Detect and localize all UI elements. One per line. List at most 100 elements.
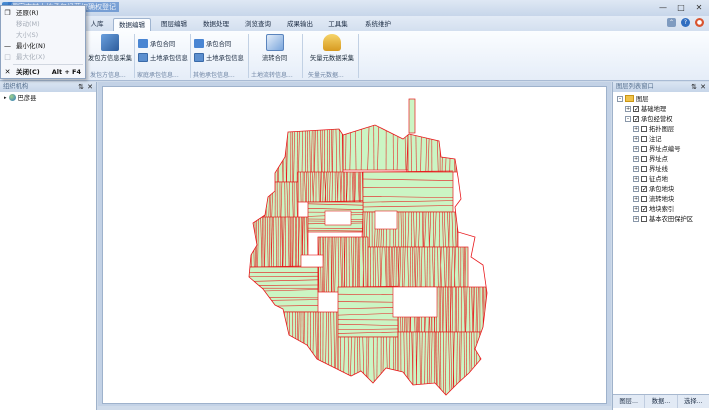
close-icon[interactable]: ✕ [700,82,706,92]
minimize-button[interactable]: — [655,1,671,13]
family-contract-button[interactable]: 承包合同 [138,39,175,48]
expand-icon[interactable]: + [633,135,639,142]
layer-item[interactable]: + 注记 [633,134,662,143]
parcel-strip [480,331,482,395]
layer-item[interactable]: + 界址点 [633,154,668,163]
tab-data[interactable]: 数据... [645,395,678,408]
parcel-strip[interactable] [408,98,416,134]
ribbon-collapse-icon[interactable]: ⌃ [667,18,676,27]
layer-item[interactable]: + 界址点编号 [633,144,680,153]
menu-item-maximize[interactable]: □ 最大化(X) [1,52,87,63]
menu-item-label: 关闭(C) [16,68,40,76]
parcel-strip [283,311,285,373]
tree-node-label: 基础地理 [641,106,667,113]
other-land-info-button[interactable]: 土地承包信息 [194,53,244,62]
tab-system[interactable]: 系统维护 [360,18,396,31]
layer-item[interactable]: + 拓扑图层 [633,124,674,133]
checkbox[interactable]: ✓ [641,205,647,212]
expand-icon[interactable]: + [633,145,639,152]
layer-item[interactable]: + 界址线 [633,164,668,173]
organization-panel-title: 组织机构 [3,83,29,90]
checkbox[interactable] [641,165,647,172]
settings-icon[interactable]: ● [695,18,704,27]
restore-icon: ❐ [4,9,11,17]
close-button[interactable]: ✕ [691,1,707,13]
map-svg[interactable] [103,87,607,404]
contractor-info-button[interactable]: 发包方信息采集 [88,34,132,62]
menu-item-close[interactable]: ✕ 关闭(C) Alt + F4 [1,67,87,78]
tab-output[interactable]: 成果输出 [282,18,318,31]
tree-node-county[interactable]: ▸ 巴彦县 [4,93,36,102]
tab-browse-query[interactable]: 浏览查询 [240,18,276,31]
pin-icon[interactable]: ⇅ [691,82,697,92]
checkbox[interactable] [641,145,647,152]
menu-item-move[interactable]: 移动(M) [1,19,87,30]
checkbox[interactable] [641,175,647,182]
tree-node-label: 巴彦县 [17,95,37,102]
family-land-info-button[interactable]: 土地承包信息 [138,53,188,62]
layer-item[interactable]: + ✓ 地块索引 [633,204,674,213]
menu-item-restore[interactable]: ❐ 还原(R) [1,8,87,19]
tab-layers[interactable]: 图层... [613,395,646,408]
tab-data-edit[interactable]: 数据编辑 [113,18,151,31]
parcel-block[interactable] [252,181,299,223]
expand-icon[interactable]: + [633,185,639,192]
expand-icon[interactable]: + [633,195,639,202]
menu-item-label: 移动(M) [16,20,40,28]
parcel-strip [282,311,284,373]
layer-item[interactable]: + 征点地 [633,174,668,183]
other-contract-button[interactable]: 承包合同 [194,39,231,48]
expand-icon[interactable]: + [633,205,639,212]
parcel-block[interactable] [337,336,399,388]
tree-node-label: 图层 [636,96,649,103]
transfer-contract-button[interactable]: 流转合同 [262,34,287,62]
maximize-button[interactable]: □ [673,1,689,13]
checkbox[interactable]: ✓ [641,185,647,192]
menu-item-label: 还原(R) [16,9,39,17]
layer-item[interactable]: + 基本农田保护区 [633,214,693,223]
tree-node-root[interactable]: – 图层 [617,94,649,103]
tab-layer-edit[interactable]: 图层编辑 [156,18,192,31]
expand-icon[interactable]: + [625,105,631,112]
menu-item-minimize[interactable]: — 最小化(N) [1,41,87,52]
tab-toolset[interactable]: 工具集 [324,18,352,31]
close-icon[interactable]: ✕ [87,82,93,92]
family-contract-label: 承包合同 [150,41,176,48]
tab-import[interactable]: 人库 [86,18,108,31]
vector-metadata-button[interactable]: 矢量元数据采集 [310,34,354,62]
transfer-contract-label: 流转合同 [262,55,288,62]
collapse-icon[interactable]: – [617,95,623,102]
system-context-menu: ❐ 还原(R) 移动(M) 大小(S) — 最小化(N) □ 最大化(X) ✕ … [0,5,86,79]
tree-node-group[interactable]: + ✓ 基础地理 [625,104,666,113]
expand-icon[interactable]: + [633,125,639,132]
family-land-info-label: 土地承包信息 [150,55,188,62]
checkbox[interactable] [641,135,647,142]
group-divider [358,34,359,78]
close-icon: ✕ [4,68,11,76]
group-label-family: 家庭承包信息... [137,72,179,79]
checkbox[interactable] [641,215,647,222]
ribbon: 发包方信息采集 发包方信息... 承包合同 土地承包信息 家庭承包信息... 承… [0,31,709,81]
collapse-icon[interactable]: – [625,115,631,122]
transfer-chart-icon [265,34,284,51]
checkbox[interactable]: ✓ [633,115,639,122]
map-canvas[interactable] [102,86,607,404]
checkbox[interactable]: ✓ [633,105,639,112]
pin-icon[interactable]: ⇅ [78,82,84,92]
tab-selection[interactable]: 选择... [678,395,709,408]
layer-item[interactable]: + 流转地块 [633,194,674,203]
menu-item-size[interactable]: 大小(S) [1,30,87,41]
parcel-strip [253,181,256,223]
expand-icon[interactable]: + [633,215,639,222]
tab-data-process[interactable]: 数据处理 [198,18,234,31]
expand-icon[interactable]: ▸ [4,95,7,101]
checkbox[interactable] [641,195,647,202]
expand-icon[interactable]: + [633,155,639,162]
help-icon[interactable]: ? [681,18,690,27]
expand-icon[interactable]: + [633,175,639,182]
checkbox[interactable] [641,125,647,132]
tree-node-group[interactable]: – ✓ 承包经营权 [625,114,672,123]
layer-item[interactable]: + ✓ 承包地块 [633,184,674,193]
checkbox[interactable] [641,155,647,162]
expand-icon[interactable]: + [633,165,639,172]
